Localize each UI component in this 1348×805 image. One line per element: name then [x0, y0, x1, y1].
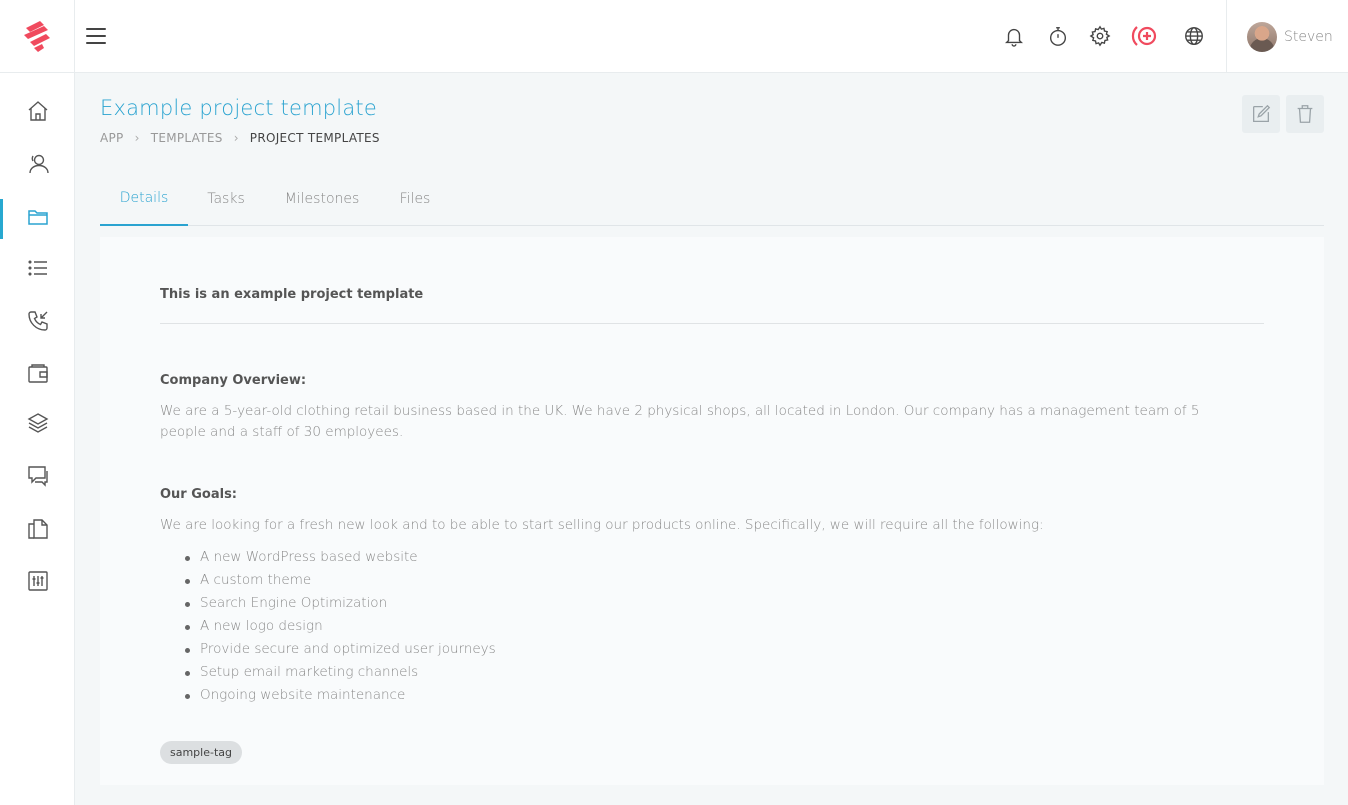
- list-icon: [27, 260, 47, 276]
- sidebar-item-calls[interactable]: [0, 301, 75, 341]
- template-description: This is an example project template: [160, 287, 424, 302]
- list-item: Setup email marketing channels: [185, 661, 496, 684]
- overview-text: We are a 5-year-old clothing retail busi…: [160, 403, 1200, 440]
- goals-text: We are looking for a fresh new look and …: [160, 517, 1044, 533]
- logo-icon: [24, 20, 50, 52]
- language-button[interactable]: [1180, 22, 1208, 50]
- breadcrumb-item-templates[interactable]: TEMPLATES: [151, 131, 223, 145]
- wallet-icon: [27, 364, 48, 383]
- tab-files[interactable]: Files: [380, 172, 450, 226]
- layers-icon: [27, 413, 48, 433]
- settings-button[interactable]: [1086, 22, 1114, 50]
- menu-toggle-button[interactable]: [86, 24, 110, 48]
- sidebar-item-finance[interactable]: [0, 354, 75, 394]
- breadcrumb: APP › TEMPLATES › PROJECT TEMPLATES: [100, 131, 380, 145]
- logo[interactable]: [0, 0, 75, 73]
- folder-icon: [27, 210, 48, 225]
- list-item: Search Engine Optimization: [185, 592, 496, 615]
- list-item: A custom theme: [185, 569, 496, 592]
- overview-heading: Company Overview:: [160, 373, 307, 388]
- list-item: Ongoing website maintenance: [185, 684, 496, 707]
- sidebar-item-tasks[interactable]: [0, 248, 75, 288]
- sliders-icon: [27, 571, 48, 591]
- trash-icon: [1297, 105, 1313, 123]
- top-bar: Steven: [0, 0, 1348, 73]
- delete-button[interactable]: [1286, 95, 1324, 133]
- bell-icon: [1005, 28, 1023, 47]
- edit-button[interactable]: [1242, 95, 1280, 133]
- sidebar-item-projects[interactable]: [0, 197, 75, 239]
- tab-details[interactable]: Details: [100, 172, 188, 226]
- gear-icon: [1089, 25, 1111, 47]
- breadcrumb-item-project-templates: PROJECT TEMPLATES: [249, 131, 380, 145]
- sidebar-item-products[interactable]: [0, 403, 75, 443]
- tag-badge[interactable]: sample-tag: [160, 741, 242, 764]
- list-item: A new WordPress based website: [185, 546, 496, 569]
- tab-tasks[interactable]: Tasks: [188, 172, 264, 226]
- sidebar: [0, 73, 75, 805]
- tab-bar: Details Tasks Milestones Files: [100, 172, 1324, 226]
- breadcrumb-item-app[interactable]: APP: [100, 131, 124, 145]
- sidebar-item-settings[interactable]: [0, 561, 75, 601]
- user-menu[interactable]: Steven: [1226, 0, 1348, 73]
- home-icon: [28, 101, 47, 121]
- tab-milestones[interactable]: Milestones: [264, 172, 380, 226]
- notifications-button[interactable]: [1000, 22, 1028, 50]
- globe-icon: [1185, 27, 1203, 45]
- page-title: Example project template: [100, 96, 377, 120]
- contacts-icon: [28, 154, 49, 174]
- edit-icon: [1253, 104, 1271, 122]
- hamburger-icon: [86, 28, 106, 30]
- documents-icon: [27, 519, 48, 539]
- phone-icon: [27, 311, 48, 331]
- details-panel: This is an example project template Comp…: [100, 237, 1324, 785]
- list-item: A new logo design: [185, 615, 496, 638]
- goals-list: A new WordPress based website A custom t…: [185, 546, 496, 707]
- add-circle-icon: [1131, 26, 1157, 46]
- stopwatch-icon: [1049, 27, 1067, 46]
- sidebar-item-documents[interactable]: [0, 509, 75, 549]
- chat-icon: [27, 466, 48, 487]
- goals-heading: Our Goals:: [160, 487, 238, 502]
- sidebar-item-home[interactable]: [0, 91, 75, 131]
- chevron-right-icon: ›: [233, 131, 239, 145]
- quick-add-button[interactable]: [1130, 20, 1162, 52]
- chevron-right-icon: ›: [134, 131, 140, 145]
- sidebar-item-support[interactable]: [0, 455, 75, 495]
- sidebar-item-contacts[interactable]: [0, 144, 75, 184]
- avatar: [1247, 21, 1277, 52]
- timer-button[interactable]: [1044, 22, 1072, 50]
- divider: [160, 323, 1264, 324]
- list-item: Provide secure and optimized user journe…: [185, 638, 496, 661]
- user-name: Steven: [1284, 28, 1333, 45]
